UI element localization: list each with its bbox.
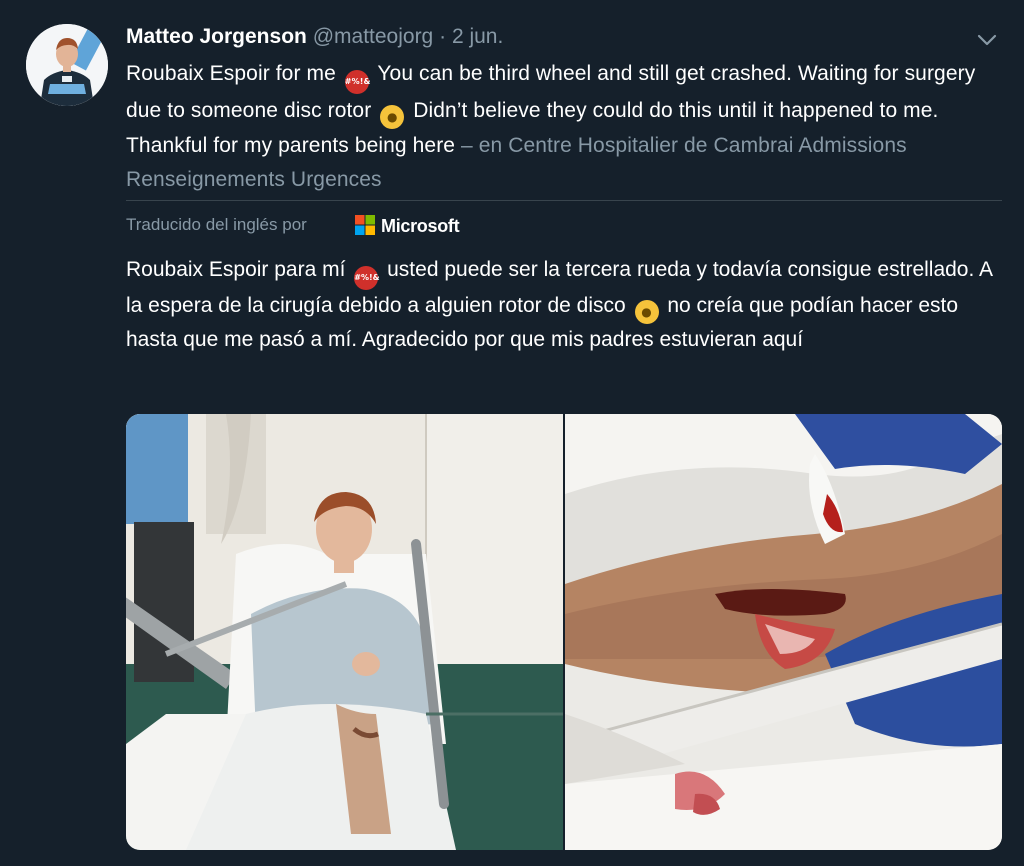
- face-with-symbols-emoji: #%!&: [344, 70, 370, 94]
- avatar-image: [26, 24, 108, 106]
- face-with-symbols-emoji: #%!&: [354, 266, 380, 290]
- divider: [126, 200, 1002, 201]
- tweet: Matteo Jorgenson @matteojorg · 2 jun. Ro…: [0, 0, 1024, 866]
- tweet-text-part1: Roubaix Espoir for me: [126, 62, 336, 85]
- translated-label: Traducido del inglés por: [126, 215, 307, 234]
- media-grid: [126, 414, 1002, 850]
- tweet-header: Matteo Jorgenson @matteojorg · 2 jun.: [126, 24, 503, 50]
- separator-dot: ·: [439, 25, 447, 48]
- face-with-steam-emoji: ●: [380, 105, 405, 129]
- chevron-down-icon[interactable]: [974, 30, 1000, 50]
- translator-name[interactable]: Microsoft: [381, 213, 460, 239]
- author-name[interactable]: Matteo Jorgenson: [126, 25, 307, 48]
- photo-hospital-bed[interactable]: [126, 414, 563, 850]
- microsoft-logo-icon: [355, 215, 375, 235]
- avatar[interactable]: [26, 24, 108, 106]
- translated-text: Roubaix Espoir para mí #%!& usted puede …: [126, 254, 1001, 356]
- photo-wound[interactable]: [565, 414, 1002, 850]
- translation-part1: Roubaix Espoir para mí: [126, 258, 346, 281]
- face-with-steam-emoji: ●: [634, 300, 659, 324]
- author-handle[interactable]: @matteojorg: [313, 25, 434, 48]
- tweet-date[interactable]: 2 jun.: [452, 25, 503, 48]
- tweet-text: Roubaix Espoir for me #%!& You can be th…: [126, 57, 996, 197]
